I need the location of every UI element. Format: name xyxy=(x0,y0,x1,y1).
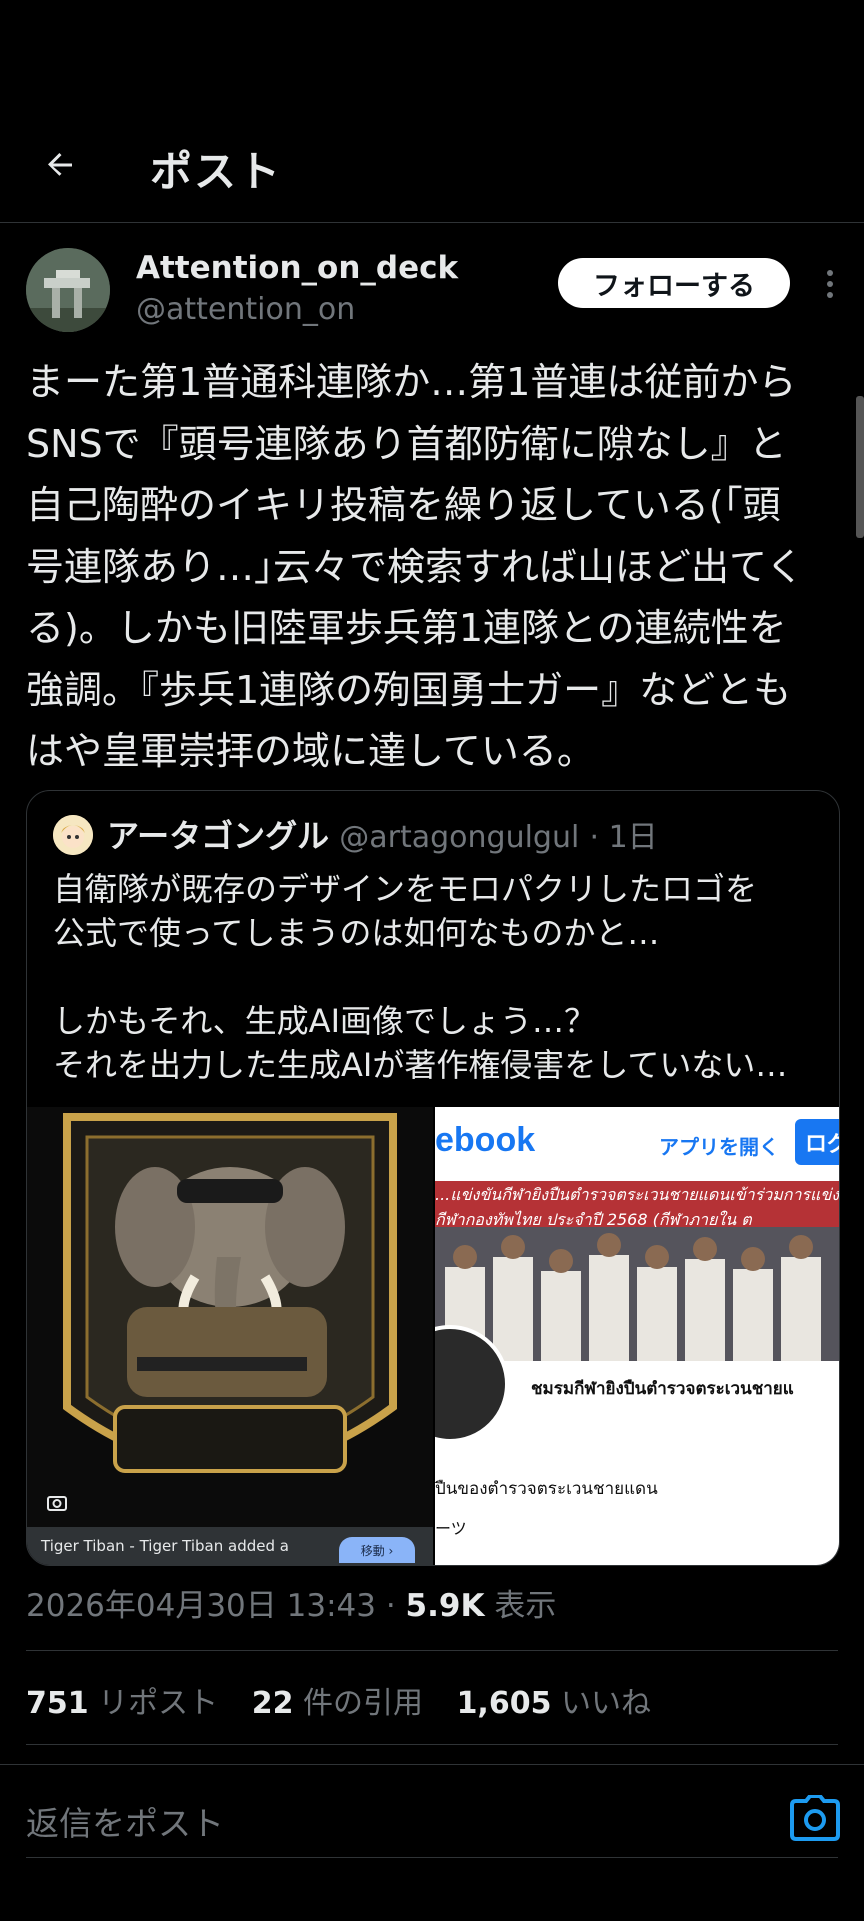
post-text: まーた第1普通科連隊か…第1普連は従前から SNSで『頭号連隊あり首都防衛に隙な… xyxy=(26,360,804,773)
caption-text: Tiger Tiban - Tiger Tiban added a xyxy=(41,1537,289,1555)
people-photo xyxy=(435,1227,839,1361)
quoted-display-name: アータゴングル xyxy=(107,817,330,855)
divider xyxy=(26,1744,838,1745)
top-bar: ポスト xyxy=(0,0,864,223)
page-title: ポスト xyxy=(150,147,283,196)
facebook-header: ebook アプリを開く ログ xyxy=(435,1107,839,1181)
camera-button[interactable] xyxy=(790,1794,840,1841)
follow-button[interactable]: フォローする xyxy=(558,258,790,308)
quoted-header: アータゴングル @artagongulgul · 1日 xyxy=(107,811,658,857)
reply-underline xyxy=(26,1857,838,1858)
scrollbar[interactable] xyxy=(856,396,864,538)
elephant-logo-image xyxy=(27,1107,433,1527)
back-button[interactable] xyxy=(38,143,82,187)
facebook-page-subtitle-2: ーツ xyxy=(435,1519,467,1538)
quotes-stat[interactable]: 22 件の引用 xyxy=(252,1686,447,1721)
reply-input[interactable]: 返信をポスト xyxy=(26,1797,224,1845)
views-count: 5.9K xyxy=(405,1588,485,1624)
reposts-stat[interactable]: 751 リポスト xyxy=(26,1686,242,1721)
views-label: 表示 xyxy=(484,1588,557,1624)
post-author: Attention_on_deck @attention_on フォローする xyxy=(26,248,838,338)
quoted-handle: @artagongulgul xyxy=(339,820,580,855)
camera-small-icon xyxy=(47,1496,67,1511)
facebook-logo: ebook xyxy=(435,1121,536,1159)
post-timestamp: 2026年04月30日 13:43 · 5.9K 表示 xyxy=(26,1580,556,1625)
quoted-time: · 1日 xyxy=(589,820,658,855)
author-avatar[interactable] xyxy=(26,248,110,332)
photo-banner: ...แข่งขันกีฬายิงปืนตำรวจตระเวนชายแดนเข้… xyxy=(435,1181,839,1229)
quoted-image-left[interactable]: Tiger Tiban - Tiger Tiban added a 移動 › xyxy=(27,1107,433,1565)
more-vertical-icon xyxy=(827,270,833,298)
quoted-text: 自衛隊が既存のデザインをモロパクリしたロゴを 公式で使ってしまうのは如何なものか… xyxy=(53,870,788,1084)
timestamp-text: 2026年04月30日 13:43 · xyxy=(26,1588,406,1624)
likes-stat[interactable]: 1,605 いいね xyxy=(457,1686,675,1721)
author-display-name[interactable]: Attention_on_deck xyxy=(136,250,458,286)
open-app-link: アプリを開く xyxy=(659,1135,779,1159)
group-photo: ...แข่งขันกีฬายิงปืนตำรวจตระเวนชายแดนเข้… xyxy=(435,1181,839,1361)
divider xyxy=(26,1650,838,1651)
quoted-author-avatar xyxy=(53,815,93,855)
author-handle[interactable]: @attention_on xyxy=(136,292,355,327)
engagement-stats: 751 リポスト 22 件の引用 1,605 いいね xyxy=(26,1678,675,1722)
quoted-image-right[interactable]: ebook アプリを開く ログ ...แข่งขันกีฬายิงปืนตำรว… xyxy=(435,1107,839,1565)
quoted-post[interactable]: アータゴングル @artagongulgul · 1日 自衛隊が既存のデザインを… xyxy=(26,790,840,1566)
arrow-left-icon xyxy=(48,153,72,176)
login-button: ログ xyxy=(795,1119,839,1165)
camera-icon xyxy=(790,1794,840,1841)
facebook-page-subtitle: ปืนของตำรวจตระเวนชายแดน xyxy=(435,1479,658,1499)
move-button[interactable]: 移動 › xyxy=(339,1537,415,1563)
reply-bar: 返信をポスト xyxy=(0,1764,864,1921)
more-options-button[interactable] xyxy=(810,264,850,304)
facebook-page-name: ชมรมกีฬายิงปืนตำรวจตระเวนชายแ xyxy=(531,1379,794,1399)
